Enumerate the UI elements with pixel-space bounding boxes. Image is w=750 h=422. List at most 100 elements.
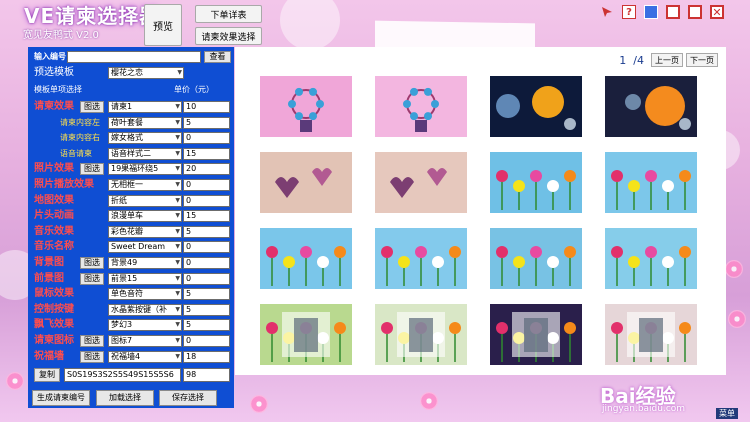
current-page: 1 xyxy=(619,53,627,67)
option-price-field[interactable]: 0 xyxy=(183,194,230,207)
close-icon[interactable]: ✕ xyxy=(710,5,724,19)
option-row: 请柬内容左荷叶套餐5 xyxy=(28,116,234,129)
option-label: 背景图 xyxy=(34,257,64,268)
effect-select-button[interactable]: 请柬效果选择 xyxy=(195,27,262,45)
blue-square-icon[interactable] xyxy=(644,5,658,19)
corner-menu-label[interactable]: 菜单 xyxy=(716,408,738,419)
option-price-field[interactable]: 5 xyxy=(183,319,230,332)
thumb-photo-dark-3d[interactable] xyxy=(490,304,582,365)
save-selection-button[interactable]: 保存选择 xyxy=(159,390,217,406)
option-select[interactable]: 荷叶套餐 xyxy=(108,116,182,129)
option-price-field[interactable]: 0 xyxy=(183,272,230,285)
thumb-photo-collage[interactable] xyxy=(605,304,697,365)
option-price-field[interactable]: 0 xyxy=(183,241,230,254)
thumb-planets-2[interactable] xyxy=(605,76,697,137)
option-select[interactable]: 单色音符 xyxy=(108,288,182,301)
option-label: 音乐效果 xyxy=(34,225,74,237)
code-row: 复制 S0S19S3S2S5S49S15S5S6 98 xyxy=(28,368,234,382)
order-details-button[interactable]: 下单详表 xyxy=(195,5,262,23)
option-label: 控制按键 xyxy=(34,303,74,315)
option-price-field[interactable]: 5 xyxy=(183,303,230,316)
help-icon[interactable]: ? xyxy=(622,5,636,19)
option-row: 音乐名称 Sweet Dream0 xyxy=(28,241,234,254)
option-select[interactable]: 请柬1 xyxy=(108,101,182,113)
flower-decoration xyxy=(6,372,24,390)
thumbnail-art xyxy=(496,170,576,210)
option-price-field[interactable]: 0 xyxy=(183,335,230,347)
thumbnail-art xyxy=(266,312,346,362)
option-price-field[interactable]: 15 xyxy=(183,210,230,223)
load-selection-button[interactable]: 加载选择 xyxy=(96,390,154,406)
thumb-pink-carousel-1[interactable] xyxy=(260,76,352,137)
thumb-flowers-3[interactable] xyxy=(490,228,582,289)
option-price-field[interactable]: 18 xyxy=(183,350,230,363)
preview-button[interactable]: 预览 xyxy=(144,4,182,46)
image-select-button[interactable]: 图选 xyxy=(80,350,104,363)
option-row: 语音请柬 语音样式二15 xyxy=(28,147,234,160)
thumb-flowers-4[interactable] xyxy=(605,228,697,289)
option-row: 控制按键 水晶紫按键（补5 xyxy=(28,303,234,316)
option-select[interactable]: 前景15 xyxy=(108,272,182,285)
image-select-button[interactable]: 图选 xyxy=(80,335,104,347)
option-price-field[interactable]: 5 xyxy=(183,116,230,129)
copy-button[interactable]: 复制 xyxy=(34,368,60,382)
thumb-hearts-1[interactable] xyxy=(260,152,352,213)
thumbnail-art xyxy=(611,170,691,210)
brand-watermark: Bai经验 jingyan.baidu.com 菜单 xyxy=(590,378,750,422)
option-select[interactable]: 祝福墙4 xyxy=(108,350,182,363)
option-select[interactable]: 嫁女格式 xyxy=(108,132,182,145)
generated-code-field[interactable]: S0S19S3S2S5S49S15S5S6 xyxy=(64,368,181,382)
image-select-button[interactable]: 图选 xyxy=(80,163,104,176)
option-label: 音乐名称 xyxy=(34,241,74,253)
app-subtitle: 宽见友鸭式 V2.0 xyxy=(23,30,99,41)
thumb-planets-1[interactable] xyxy=(490,76,582,137)
option-price-field[interactable]: 10 xyxy=(183,101,230,113)
thumb-flowers-2[interactable] xyxy=(375,228,467,289)
option-select[interactable]: 图标7 xyxy=(108,335,182,347)
thumb-hearts-2[interactable] xyxy=(375,152,467,213)
search-button[interactable]: 查看 xyxy=(204,51,231,63)
option-row: 照片效果图选 19果福环绕520 xyxy=(28,163,234,176)
minimize-icon[interactable] xyxy=(666,5,680,19)
option-price-field[interactable]: 0 xyxy=(183,179,230,191)
preset-select[interactable]: 樱花之恋 xyxy=(108,67,184,79)
action-row: 生成请柬编号 加载选择 保存选择 xyxy=(28,390,234,406)
option-select[interactable]: 19果福环绕5 xyxy=(108,163,182,176)
thumb-photo-frame-1[interactable] xyxy=(260,304,352,365)
option-select[interactable]: Sweet Dream xyxy=(108,241,182,254)
total-pages: /4 xyxy=(633,53,644,67)
generate-code-button[interactable]: 生成请柬编号 xyxy=(32,390,90,406)
cursor-icon[interactable] xyxy=(600,5,614,19)
settings-panel: 输入编号 查看 预选模板 樱花之恋 模板单项选择 单价（元） 请柬效果图选请柬1… xyxy=(28,47,234,408)
option-price-field[interactable]: 0 xyxy=(183,257,230,269)
thumb-pinwheels-2[interactable] xyxy=(605,152,697,213)
option-price-field[interactable]: 15 xyxy=(183,147,230,160)
option-select[interactable]: 彩色花瓣 xyxy=(108,225,182,238)
option-select[interactable]: 浪漫单车 xyxy=(108,210,182,223)
option-price-field[interactable]: 5 xyxy=(183,225,230,238)
option-price-field[interactable]: 0 xyxy=(183,132,230,145)
restore-icon[interactable] xyxy=(688,5,702,19)
option-select[interactable]: 梦幻3 xyxy=(108,319,182,332)
prev-page-button[interactable]: 上一页 xyxy=(651,53,683,67)
option-select[interactable]: 无相框一 xyxy=(108,179,182,191)
image-select-button[interactable]: 图选 xyxy=(80,272,104,285)
thumb-pinwheels-1[interactable] xyxy=(490,152,582,213)
image-select-button[interactable]: 图选 xyxy=(80,257,104,269)
thumb-pink-carousel-2[interactable] xyxy=(375,76,467,137)
module-row: 模板单项选择 单价（元） xyxy=(28,84,234,96)
thumbnail-art xyxy=(403,87,439,132)
code-input[interactable] xyxy=(67,51,201,63)
preset-row: 预选模板 樱花之恋 xyxy=(28,67,234,79)
next-page-button[interactable]: 下一页 xyxy=(686,53,718,67)
option-price-field[interactable]: 20 xyxy=(183,163,230,176)
thumb-photo-frame-2[interactable] xyxy=(375,304,467,365)
option-select[interactable]: 语音样式二 xyxy=(108,147,182,160)
image-select-button[interactable]: 图选 xyxy=(80,101,104,113)
option-select[interactable]: 背景49 xyxy=(108,257,182,269)
thumb-flowers-1[interactable] xyxy=(260,228,352,289)
option-price-field[interactable]: 5 xyxy=(183,288,230,301)
option-select[interactable]: 水晶紫按键（补 xyxy=(108,303,182,316)
option-select[interactable]: 折纸 xyxy=(108,194,182,207)
total-price-field[interactable]: 98 xyxy=(183,368,230,382)
